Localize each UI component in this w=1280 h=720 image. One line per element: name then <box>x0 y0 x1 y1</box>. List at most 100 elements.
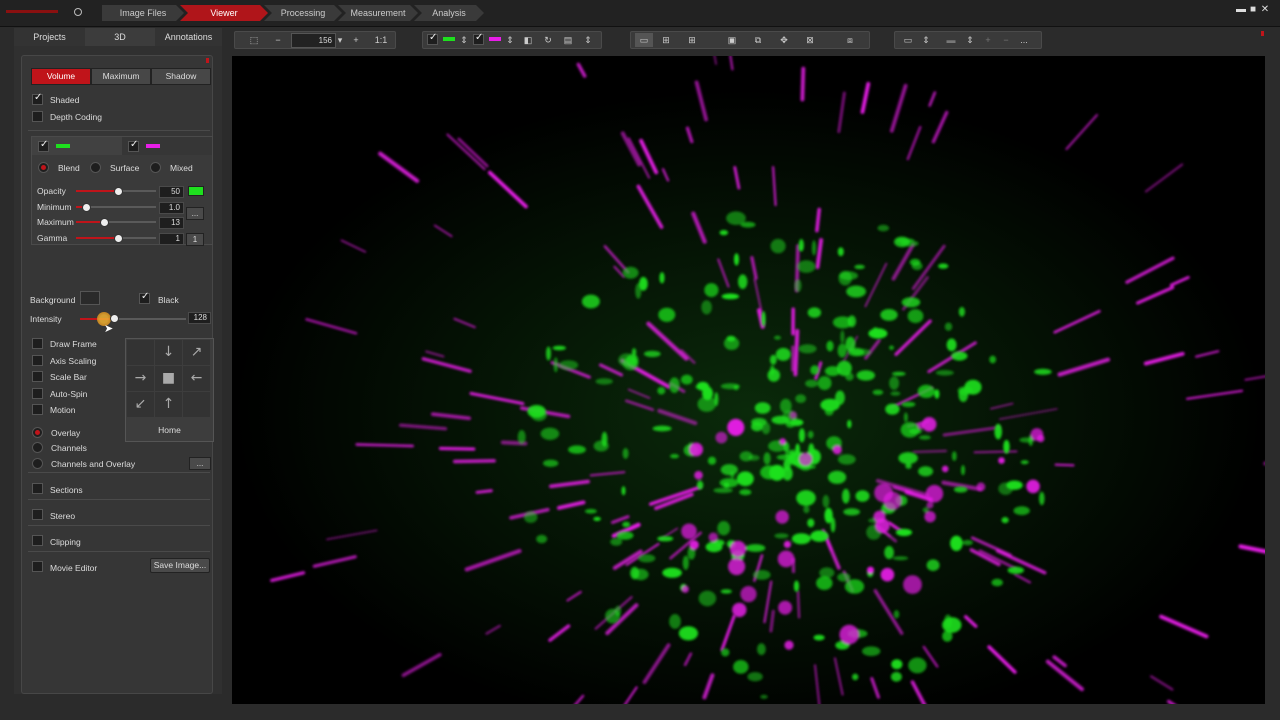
mode-shadow-button[interactable]: Shadow <box>151 68 211 85</box>
toolbar-info-icon[interactable] <box>1261 31 1264 36</box>
mixed-radio[interactable] <box>150 162 161 173</box>
mode-volume-button[interactable]: Volume <box>31 68 91 85</box>
green-cell <box>639 276 648 291</box>
close-icon[interactable]: ✕ <box>1260 5 1270 15</box>
channel-magenta-checkbox[interactable] <box>128 139 139 152</box>
channel-tab-green[interactable] <box>32 137 122 155</box>
title-bar: Image Files Viewer Processing Measuremen… <box>0 0 1280 27</box>
intensity-value[interactable]: 128 <box>188 312 211 324</box>
reset-rotation-icon[interactable]: ↻ <box>541 33 555 47</box>
ruler-icon[interactable]: ▬ <box>941 33 961 47</box>
intensity-slider[interactable] <box>80 318 186 320</box>
add-annotation-icon[interactable]: + <box>981 33 995 47</box>
layout-grid-icon[interactable]: ⊞ <box>659 33 673 47</box>
zoom-in-button[interactable]: + <box>349 33 363 47</box>
stack-view-icon[interactable]: ⧉ <box>751 33 765 47</box>
surface-radio[interactable] <box>90 162 101 173</box>
range-options-button[interactable]: ... <box>186 207 204 220</box>
workflow-step-analysis[interactable]: Analysis <box>414 5 484 21</box>
maximize-icon[interactable]: ■ <box>1248 5 1258 15</box>
export-view-icon[interactable]: ⧈ <box>843 33 857 47</box>
stereo-checkbox[interactable] <box>32 509 43 520</box>
green-cell <box>837 247 844 257</box>
magenta-lut-stepper-icon[interactable]: ⇕ <box>503 33 517 47</box>
clipping-checkbox[interactable] <box>32 535 43 546</box>
lut-icon[interactable]: ▤ <box>561 33 575 47</box>
opacity-color-button[interactable] <box>188 186 204 196</box>
scale-bar-checkbox[interactable] <box>32 371 43 382</box>
maximum-slider-thumb[interactable] <box>100 218 109 227</box>
magenta-fiber <box>973 450 1018 454</box>
workflow-step-viewer[interactable]: Viewer <box>180 5 268 21</box>
layout-tiles-icon[interactable]: ⊞ <box>685 33 699 47</box>
lut-stepper-icon[interactable]: ⇕ <box>581 33 595 47</box>
movie-editor-checkbox[interactable] <box>32 561 43 572</box>
overlay-options-button[interactable]: ... <box>189 457 211 470</box>
toolbar-green-checkbox[interactable] <box>427 32 438 45</box>
nav-arrow-down-icon[interactable]: ↓ <box>155 340 182 365</box>
blend-radio[interactable] <box>38 162 49 173</box>
view-mode-icon[interactable]: ▣ <box>725 33 739 47</box>
minimize-icon[interactable]: ▬ <box>1236 5 1246 15</box>
depth-coding-checkbox[interactable] <box>32 111 43 122</box>
overlay-radio[interactable] <box>32 427 43 438</box>
auto-spin-checkbox[interactable] <box>32 387 43 399</box>
layout-single-icon[interactable]: ▭ <box>635 33 653 47</box>
opacity-slider-thumb[interactable] <box>114 187 123 196</box>
channel-green-checkbox[interactable] <box>38 139 49 152</box>
workflow-step-measurement[interactable]: Measurement <box>338 5 418 21</box>
channels-and-overlay-radio[interactable] <box>32 458 43 469</box>
fit-frame-icon[interactable]: ⬚ <box>247 33 261 47</box>
overlay-stepper-icon[interactable]: ⇕ <box>919 33 933 47</box>
magenta-cell <box>874 483 893 503</box>
workflow-step-processing[interactable]: Processing <box>264 5 342 21</box>
zoom-out-button[interactable]: − <box>271 33 285 47</box>
channel-tab-magenta[interactable] <box>122 137 212 155</box>
more-options-button[interactable]: ... <box>1017 33 1031 47</box>
motion-checkbox[interactable] <box>32 404 43 415</box>
home-button[interactable]: Home <box>126 425 213 435</box>
nav-arrow-left-icon[interactable]: ← <box>183 366 210 391</box>
gamma-slider-thumb[interactable] <box>114 234 123 243</box>
draw-frame-checkbox[interactable] <box>32 338 43 349</box>
crosshair-view-icon[interactable]: ⊠ <box>803 33 817 47</box>
maximum-slider[interactable] <box>76 221 156 223</box>
nav-arrow-diagonal-down-icon[interactable]: ↙ <box>127 392 154 417</box>
nav-center-cube-icon[interactable]: ■ <box>155 366 182 391</box>
minimum-value[interactable]: 1.0 <box>159 202 184 214</box>
tab-annotations[interactable]: Annotations <box>155 28 222 46</box>
gamma-value[interactable]: 1 <box>159 233 184 245</box>
shaded-checkbox[interactable] <box>32 92 43 105</box>
zoom-one-to-one-button[interactable]: 1:1 <box>371 33 391 47</box>
ruler-stepper-icon[interactable]: ⇕ <box>963 33 977 47</box>
image-viewport[interactable] <box>232 56 1265 704</box>
green-cell <box>553 357 558 373</box>
split-view-icon[interactable]: ◧ <box>521 33 535 47</box>
gallery-view-icon[interactable]: ✥ <box>777 33 791 47</box>
zoom-dropdown-icon[interactable]: ▾ <box>333 33 347 47</box>
axis-scaling-checkbox[interactable] <box>32 354 43 366</box>
nav-arrow-up-icon[interactable]: ↑ <box>155 392 182 417</box>
workflow-step-image-files[interactable]: Image Files <box>102 5 184 21</box>
remove-annotation-icon[interactable]: − <box>999 33 1013 47</box>
background-color-swatch[interactable] <box>80 291 100 305</box>
mode-maximum-button[interactable]: Maximum <box>91 68 151 85</box>
maximum-value[interactable]: 13 <box>159 217 184 229</box>
tab-projects[interactable]: Projects <box>14 28 85 46</box>
nav-arrow-right-icon[interactable]: → <box>127 366 154 391</box>
green-cell <box>1001 517 1009 524</box>
zoom-input[interactable]: 156 <box>291 33 336 48</box>
toolbar-magenta-checkbox[interactable] <box>473 32 484 45</box>
minimum-slider-thumb[interactable] <box>82 203 91 212</box>
black-checkbox[interactable] <box>139 291 150 304</box>
green-lut-stepper-icon[interactable]: ⇕ <box>457 33 471 47</box>
sections-checkbox[interactable] <box>32 483 43 494</box>
tab-3d[interactable]: 3D <box>85 28 155 46</box>
save-image-button[interactable]: Save Image... <box>150 558 210 573</box>
channels-radio[interactable] <box>32 442 43 453</box>
overlay-toggle-icon[interactable]: ▭ <box>901 33 915 47</box>
gamma-reset-button[interactable]: 1 <box>186 233 204 246</box>
nav-arrow-diagonal-icon[interactable]: ↗ <box>183 340 210 365</box>
info-icon[interactable] <box>206 58 209 63</box>
opacity-value[interactable]: 50 <box>159 186 184 198</box>
